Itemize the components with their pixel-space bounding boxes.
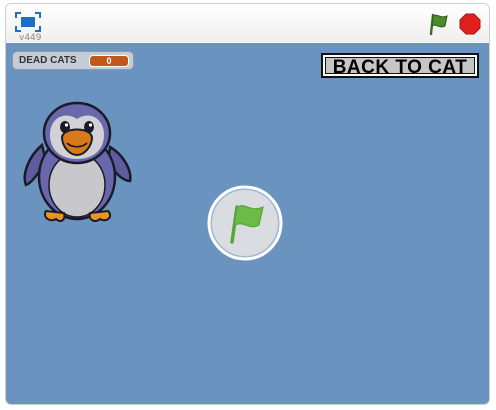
player-topbar: v449 <box>6 4 489 43</box>
start-overlay-button[interactable] <box>207 185 283 261</box>
back-to-cat-label: BACK TO CAT <box>332 57 468 78</box>
green-flag-icon <box>207 185 283 261</box>
green-flag-icon <box>429 13 448 36</box>
stage[interactable]: DEAD CATS 0 BACK TO CAT <box>6 43 489 404</box>
monitor-label: DEAD CATS <box>19 55 77 66</box>
variable-monitor: DEAD CATS 0 <box>12 51 134 70</box>
stop-icon <box>459 13 481 35</box>
fullscreen-button[interactable] <box>15 12 41 32</box>
fullscreen-icon <box>15 12 41 32</box>
back-to-cat-button[interactable]: BACK TO CAT <box>321 53 479 78</box>
stop-button[interactable] <box>459 13 481 35</box>
project-player: v449 DEAD CATS 0 BACK TO CAT <box>5 3 490 405</box>
green-flag-button[interactable] <box>427 13 451 36</box>
version-label: v449 <box>19 33 42 43</box>
back-button-face: BACK TO CAT <box>325 57 475 78</box>
penguin-sprite[interactable] <box>20 97 135 225</box>
monitor-value: 0 <box>89 55 129 67</box>
